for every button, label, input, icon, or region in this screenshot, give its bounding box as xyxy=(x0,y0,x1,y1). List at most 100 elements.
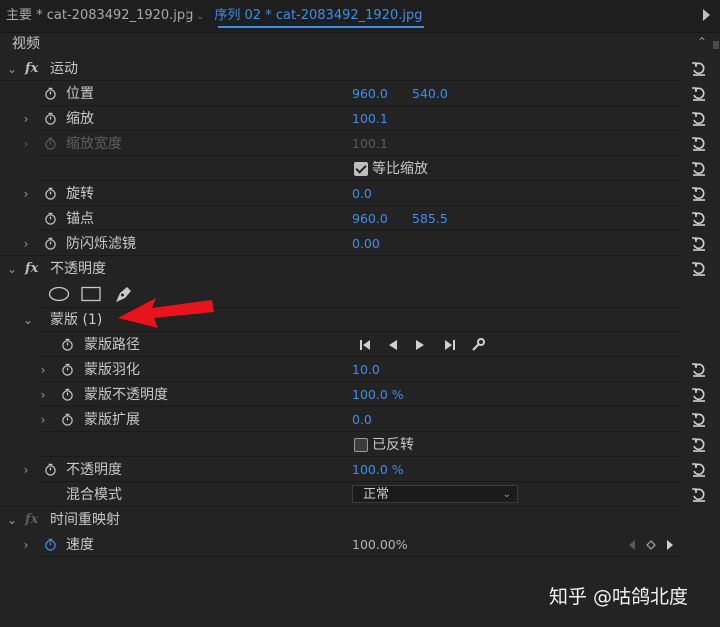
reset-icon[interactable] xyxy=(690,185,708,203)
chevron-right-icon[interactable]: › xyxy=(37,408,49,432)
reset-icon[interactable] xyxy=(690,386,708,404)
reset-icon[interactable] xyxy=(690,235,708,253)
panel-menu-arrow-icon[interactable] xyxy=(703,9,710,21)
effect-opacity-label: 不透明度 xyxy=(50,261,106,277)
track-forward-one-icon[interactable] xyxy=(441,338,457,352)
track-backward-icon[interactable] xyxy=(385,338,401,352)
scale-value[interactable]: 100.1 xyxy=(352,107,388,131)
effect-opacity-header[interactable]: ⌄ fx 不透明度 xyxy=(0,257,710,281)
reset-icon[interactable] xyxy=(690,361,708,379)
chevron-right-icon[interactable]: › xyxy=(20,533,32,557)
tab-sequence[interactable]: ⌄ 序列 02 * cat-2083492_1920.jpg xyxy=(196,0,425,32)
stopwatch-icon[interactable] xyxy=(44,463,57,476)
chevron-right-icon[interactable]: › xyxy=(20,232,32,256)
reset-icon[interactable] xyxy=(690,110,708,128)
prop-anchor-row: 锚点 960.0 585.5 xyxy=(0,207,710,231)
stopwatch-icon[interactable] xyxy=(44,212,57,225)
chevron-down-icon[interactable]: ⌄ xyxy=(22,308,34,332)
row-divider xyxy=(38,180,682,181)
reset-icon[interactable] xyxy=(690,461,708,479)
blend-mode-select[interactable]: 正常 ⌄ xyxy=(352,485,518,503)
reset-icon[interactable] xyxy=(690,160,708,178)
position-x-value[interactable]: 960.0 xyxy=(352,82,388,106)
speed-value[interactable]: 100.00% xyxy=(352,533,408,557)
chevron-down-icon: ⌄ xyxy=(502,489,511,500)
tab-main-clip[interactable]: 主要 * cat-2083492_1920.jpg xyxy=(6,0,193,32)
effect-motion-label: 运动 xyxy=(50,61,78,77)
position-y-value[interactable]: 540.0 xyxy=(412,82,448,106)
keyframe-next-icon[interactable] xyxy=(664,538,676,552)
reset-icon[interactable] xyxy=(690,135,708,153)
ellipse-mask-icon[interactable] xyxy=(48,286,70,302)
fx-badge[interactable]: fx xyxy=(25,257,38,281)
chevron-right-icon[interactable]: › xyxy=(20,107,32,131)
reset-icon[interactable] xyxy=(690,85,708,103)
rotation-value[interactable]: 0.0 xyxy=(352,182,372,206)
chevron-down-icon[interactable]: ⌄ xyxy=(6,257,18,281)
prop-scale-width-label: 缩放宽度 xyxy=(66,136,122,152)
reset-icon[interactable] xyxy=(690,486,708,504)
stopwatch-icon[interactable] xyxy=(44,237,57,250)
stopwatch-icon[interactable] xyxy=(61,338,74,351)
mask-1-header[interactable]: ⌄ 蒙版 (1) xyxy=(0,308,710,332)
stopwatch-icon[interactable] xyxy=(61,413,74,426)
stopwatch-icon[interactable] xyxy=(44,87,57,100)
stopwatch-icon[interactable] xyxy=(44,538,57,551)
stopwatch-icon[interactable] xyxy=(44,187,57,200)
keyframe-prev-icon[interactable] xyxy=(626,538,638,552)
collapse-icon[interactable]: ⌃ xyxy=(696,30,708,54)
inverted-checkbox[interactable] xyxy=(354,438,368,452)
reset-icon[interactable] xyxy=(690,60,708,78)
fx-badge[interactable]: fx xyxy=(25,57,38,81)
antiflicker-value[interactable]: 0.00 xyxy=(352,232,380,256)
section-video-label: 视频 xyxy=(12,36,40,52)
chevron-right-icon[interactable]: › xyxy=(37,358,49,382)
prop-antiflicker-row: › 防闪烁滤镜 0.00 xyxy=(0,232,710,256)
keyframe-add-icon[interactable] xyxy=(645,538,657,552)
mask-expansion-value[interactable]: 0.0 xyxy=(352,408,372,432)
chevron-right-icon[interactable]: › xyxy=(20,458,32,482)
opacity-value[interactable]: 100.0 % xyxy=(352,458,404,482)
mask-1-label: 蒙版 (1) xyxy=(50,312,103,328)
prop-mask-opacity-label: 蒙版不透明度 xyxy=(84,387,168,403)
chevron-right-icon[interactable]: › xyxy=(20,182,32,206)
reset-icon[interactable] xyxy=(690,260,708,278)
reset-icon[interactable] xyxy=(690,210,708,228)
uniform-scale-checkbox[interactable] xyxy=(354,162,368,176)
fx-badge: fx xyxy=(25,512,39,527)
stopwatch-icon[interactable] xyxy=(61,388,74,401)
row-divider xyxy=(38,481,682,482)
reset-icon[interactable] xyxy=(690,411,708,429)
reset-icon[interactable] xyxy=(690,436,708,454)
stopwatch-icon[interactable] xyxy=(44,112,57,125)
anchor-y-value[interactable]: 585.5 xyxy=(412,207,448,231)
prop-opacity-row: › 不透明度 100.0 % xyxy=(0,458,710,482)
mask-feather-value[interactable]: 10.0 xyxy=(352,358,380,382)
chevron-down-icon[interactable]: ⌄ xyxy=(196,11,204,22)
chevron-down-icon[interactable]: ⌄ xyxy=(6,508,18,532)
scrollbar[interactable] xyxy=(712,33,720,627)
prop-blend-mode-label: 混合模式 xyxy=(66,487,122,503)
row-divider xyxy=(38,556,682,557)
tab-divider xyxy=(186,8,187,24)
anchor-x-value[interactable]: 960.0 xyxy=(352,207,388,231)
row-divider xyxy=(38,381,682,382)
wrench-icon[interactable] xyxy=(470,338,486,352)
effect-time-remap-header[interactable]: ⌄ fx 时间重映射 xyxy=(0,508,710,532)
row-divider xyxy=(38,230,682,231)
mask-opacity-value[interactable]: 100.0 % xyxy=(352,383,404,407)
effect-motion-header[interactable]: ⌄ fx 运动 xyxy=(0,57,710,81)
prop-scale-label: 缩放 xyxy=(66,111,94,127)
prop-rotation-row: › 旋转 0.0 xyxy=(0,182,710,206)
scrollbar-thumb[interactable] xyxy=(713,41,719,49)
track-backward-one-icon[interactable] xyxy=(358,338,374,352)
rectangle-mask-icon[interactable] xyxy=(80,286,102,302)
row-divider xyxy=(0,80,682,81)
prop-speed-row: › 速度 100.00% xyxy=(0,533,710,557)
prop-mask-feather-label: 蒙版羽化 xyxy=(84,362,140,378)
stopwatch-icon[interactable] xyxy=(61,363,74,376)
track-forward-icon[interactable] xyxy=(412,338,428,352)
chevron-down-icon[interactable]: ⌄ xyxy=(6,57,18,81)
uniform-scale-label: 等比缩放 xyxy=(372,161,428,177)
chevron-right-icon[interactable]: › xyxy=(37,383,49,407)
